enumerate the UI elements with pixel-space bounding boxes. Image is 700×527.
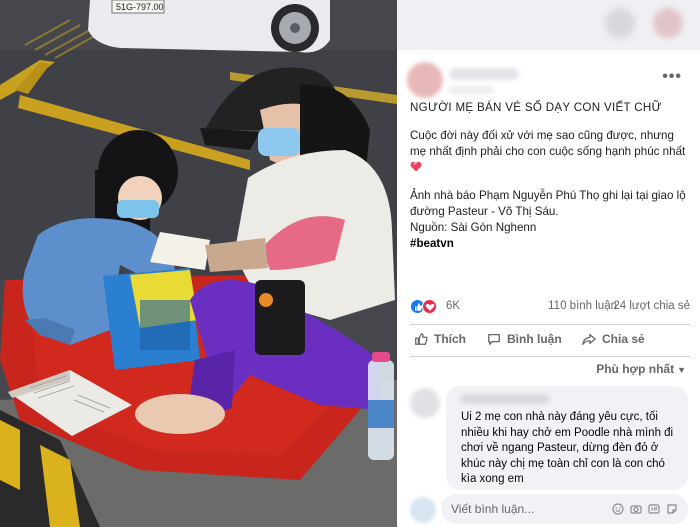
post-paragraph-2: Ảnh nhà báo Phạm Nguyễn Phú Thọ ghi lại … bbox=[410, 189, 686, 218]
love-reaction-icon[interactable] bbox=[422, 299, 437, 314]
commenter-avatar[interactable] bbox=[410, 388, 440, 418]
post-source: Nguồn: Sài Gòn Nghenn bbox=[410, 221, 537, 234]
post-hashtag[interactable]: #beatvn bbox=[410, 236, 692, 252]
author-name[interactable] bbox=[449, 68, 519, 80]
post-header: ••• bbox=[397, 50, 700, 98]
like-icon bbox=[415, 333, 428, 345]
divider-top bbox=[410, 324, 690, 325]
sparkling-heart-icon bbox=[410, 161, 422, 172]
share-count[interactable]: 24 lượt chia sẻ bbox=[613, 300, 690, 312]
reaction-count[interactable]: 6K bbox=[446, 300, 460, 312]
comment-icon bbox=[488, 333, 500, 345]
caret-down-icon: ▼ bbox=[677, 365, 686, 375]
share-button[interactable]: Chia sẻ bbox=[582, 332, 645, 346]
comment-bubble: Ui 2 mẹ con nhà này đáng yêu cực, tối nh… bbox=[446, 386, 688, 490]
divider-bottom bbox=[410, 356, 690, 357]
sticker-icon[interactable] bbox=[666, 503, 678, 515]
post-paragraph-1: Cuộc đời này đối xử với mẹ sao cũng được… bbox=[410, 128, 692, 176]
comment-button[interactable]: Bình luận bbox=[487, 332, 562, 346]
more-icon[interactable]: ••• bbox=[662, 68, 682, 86]
post-title: NGƯỜI MẸ BÁN VÉ SỐ DẠY CON VIẾT CHỮ bbox=[410, 101, 662, 114]
current-user-avatar bbox=[410, 497, 436, 523]
camera-icon[interactable] bbox=[630, 503, 642, 515]
emoji-icon[interactable] bbox=[612, 503, 624, 515]
reactions-bar: 6K 110 bình luận 24 lượt chia sẻ bbox=[410, 298, 690, 316]
comment-sort-dropdown[interactable]: Phù hợp nhất ▼ bbox=[596, 362, 686, 376]
author-avatar[interactable] bbox=[407, 62, 443, 98]
top-bar bbox=[397, 0, 700, 50]
notification-icon[interactable] bbox=[653, 8, 683, 38]
post-photo[interactable]: 51G-797.00 bbox=[0, 0, 397, 527]
share-icon bbox=[582, 333, 596, 345]
post-panel: ••• NGƯỜI MẸ BÁN VÉ SỐ DẠY CON VIẾT CHỮ … bbox=[397, 0, 700, 527]
comment-count[interactable]: 110 bình luận bbox=[548, 300, 617, 312]
comment-input-placeholder: Viết bình luận... bbox=[451, 502, 535, 516]
comment-input[interactable]: Viết bình luận... bbox=[441, 494, 688, 524]
post-text: NGƯỜI MẸ BÁN VÉ SỐ DẠY CON VIẾT CHỮ Cuộc… bbox=[410, 100, 692, 264]
profile-avatar-icon[interactable] bbox=[605, 8, 635, 38]
like-button[interactable]: Thích bbox=[414, 332, 466, 346]
gif-icon[interactable] bbox=[648, 503, 660, 515]
post-actions: Thích Bình luận Chia sẻ bbox=[410, 330, 690, 354]
car-plate: 51G-797.00 bbox=[116, 2, 164, 12]
post-timestamp[interactable] bbox=[449, 86, 494, 94]
comment-text: Ui 2 mẹ con nhà này đáng yêu cực, tối nh… bbox=[461, 411, 674, 485]
commenter-name[interactable] bbox=[460, 394, 550, 404]
street-scene-image: 51G-797.00 bbox=[0, 0, 397, 527]
